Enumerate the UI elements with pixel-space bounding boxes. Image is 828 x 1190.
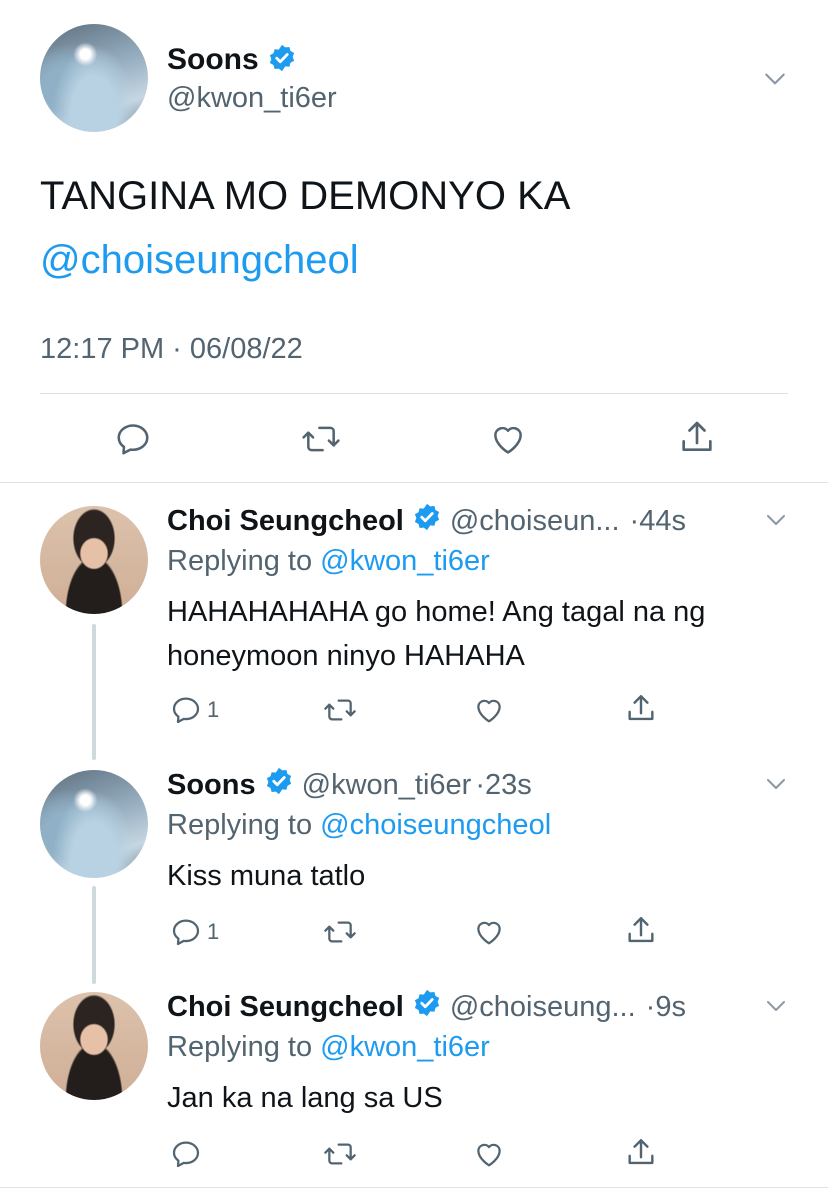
reply-2-avatar[interactable] <box>40 770 148 878</box>
reply-1-header[interactable]: Choi Seungcheol @choiseun... ·44s <box>167 502 686 540</box>
main-divider-bottom <box>0 482 828 483</box>
verified-badge-icon <box>267 43 297 78</box>
reply-3-author-name[interactable]: Choi Seungcheol <box>167 991 404 1024</box>
reply-3-time[interactable]: ·9s <box>646 991 686 1024</box>
reply-1-time[interactable]: ·44s <box>630 505 686 538</box>
reply-3-handle[interactable]: @choiseung... <box>450 991 636 1024</box>
reply-icon[interactable] <box>114 420 152 458</box>
replying-to-mention[interactable]: @choiseungcheol <box>320 809 551 841</box>
main-author-handle[interactable]: @kwon_ti6er <box>167 82 337 115</box>
reply-1-replying-to: Replying to @kwon_ti6er <box>167 545 490 578</box>
reply-1-avatar[interactable] <box>40 506 148 614</box>
like-icon[interactable] <box>473 916 505 948</box>
bottom-divider <box>0 1187 828 1188</box>
share-icon[interactable] <box>624 1136 658 1170</box>
replying-to-label: Replying to <box>167 1031 313 1063</box>
like-icon[interactable] <box>489 420 527 458</box>
like-icon[interactable] <box>473 1138 505 1170</box>
reply-1-text-line-1: HAHAHAHAHA go home! Ang tagal na ng <box>167 596 706 628</box>
reply-3-header[interactable]: Choi Seungcheol @choiseung... ·9s <box>167 988 686 1026</box>
main-tweet-text: TANGINA MO DEMONYO KA <box>40 174 571 218</box>
reply-2-time[interactable]: ·23s <box>475 769 531 802</box>
replying-to-label: Replying to <box>167 809 313 841</box>
reply-2-author-name[interactable]: Soons <box>167 769 256 802</box>
retweet-icon[interactable] <box>300 420 342 458</box>
reply-icon[interactable] <box>170 1138 202 1170</box>
main-author-avatar[interactable] <box>40 24 148 132</box>
reply-2-text-line-1: Kiss muna tatlo <box>167 860 366 892</box>
main-tweet-mention[interactable]: @choiseungcheol <box>40 238 359 283</box>
chevron-down-icon[interactable] <box>764 772 788 796</box>
verified-badge-icon <box>412 502 442 540</box>
reply-1-text-line-2: honeymoon ninyo HAHAHA <box>167 640 525 672</box>
retweet-icon[interactable] <box>322 916 358 948</box>
replying-to-mention[interactable]: @kwon_ti6er <box>320 1031 490 1063</box>
like-icon[interactable] <box>473 694 505 726</box>
chevron-down-icon[interactable] <box>764 994 788 1018</box>
reply-2-replying-to: Replying to @choiseungcheol <box>167 809 551 842</box>
reply-icon[interactable] <box>170 694 202 726</box>
reply-2-header[interactable]: Soons @kwon_ti6er ·23s <box>167 766 532 804</box>
verified-badge-icon <box>264 766 294 804</box>
reply-3-replying-to: Replying to @kwon_ti6er <box>167 1031 490 1064</box>
reply-3-text-line-1: Jan ka na lang sa US <box>167 1082 443 1114</box>
reply-1-author-name[interactable]: Choi Seungcheol <box>167 505 404 538</box>
main-author-name[interactable]: Soons <box>167 43 259 77</box>
share-icon[interactable] <box>677 418 717 458</box>
retweet-icon[interactable] <box>322 1138 358 1170</box>
reply-3-avatar[interactable] <box>40 992 148 1100</box>
main-divider-top <box>40 393 788 394</box>
thread-line <box>92 886 96 984</box>
share-icon[interactable] <box>624 692 658 726</box>
reply-1-handle[interactable]: @choiseun... <box>450 505 620 538</box>
main-tweet-timestamp[interactable]: 12:17 PM · 06/08/22 <box>40 333 303 366</box>
main-author-name-row[interactable]: Soons <box>167 42 297 78</box>
thread-line <box>92 624 96 760</box>
verified-badge-icon <box>412 988 442 1026</box>
chevron-down-icon[interactable] <box>762 66 788 92</box>
share-icon[interactable] <box>624 914 658 948</box>
chevron-down-icon[interactable] <box>764 508 788 532</box>
reply-2-handle[interactable]: @kwon_ti6er <box>302 769 472 802</box>
reply-2-reply-count: 1 <box>207 919 220 944</box>
reply-icon[interactable] <box>170 916 202 948</box>
replying-to-label: Replying to <box>167 545 313 577</box>
reply-1-reply-count: 1 <box>207 697 220 722</box>
retweet-icon[interactable] <box>322 694 358 726</box>
replying-to-mention[interactable]: @kwon_ti6er <box>320 545 490 577</box>
